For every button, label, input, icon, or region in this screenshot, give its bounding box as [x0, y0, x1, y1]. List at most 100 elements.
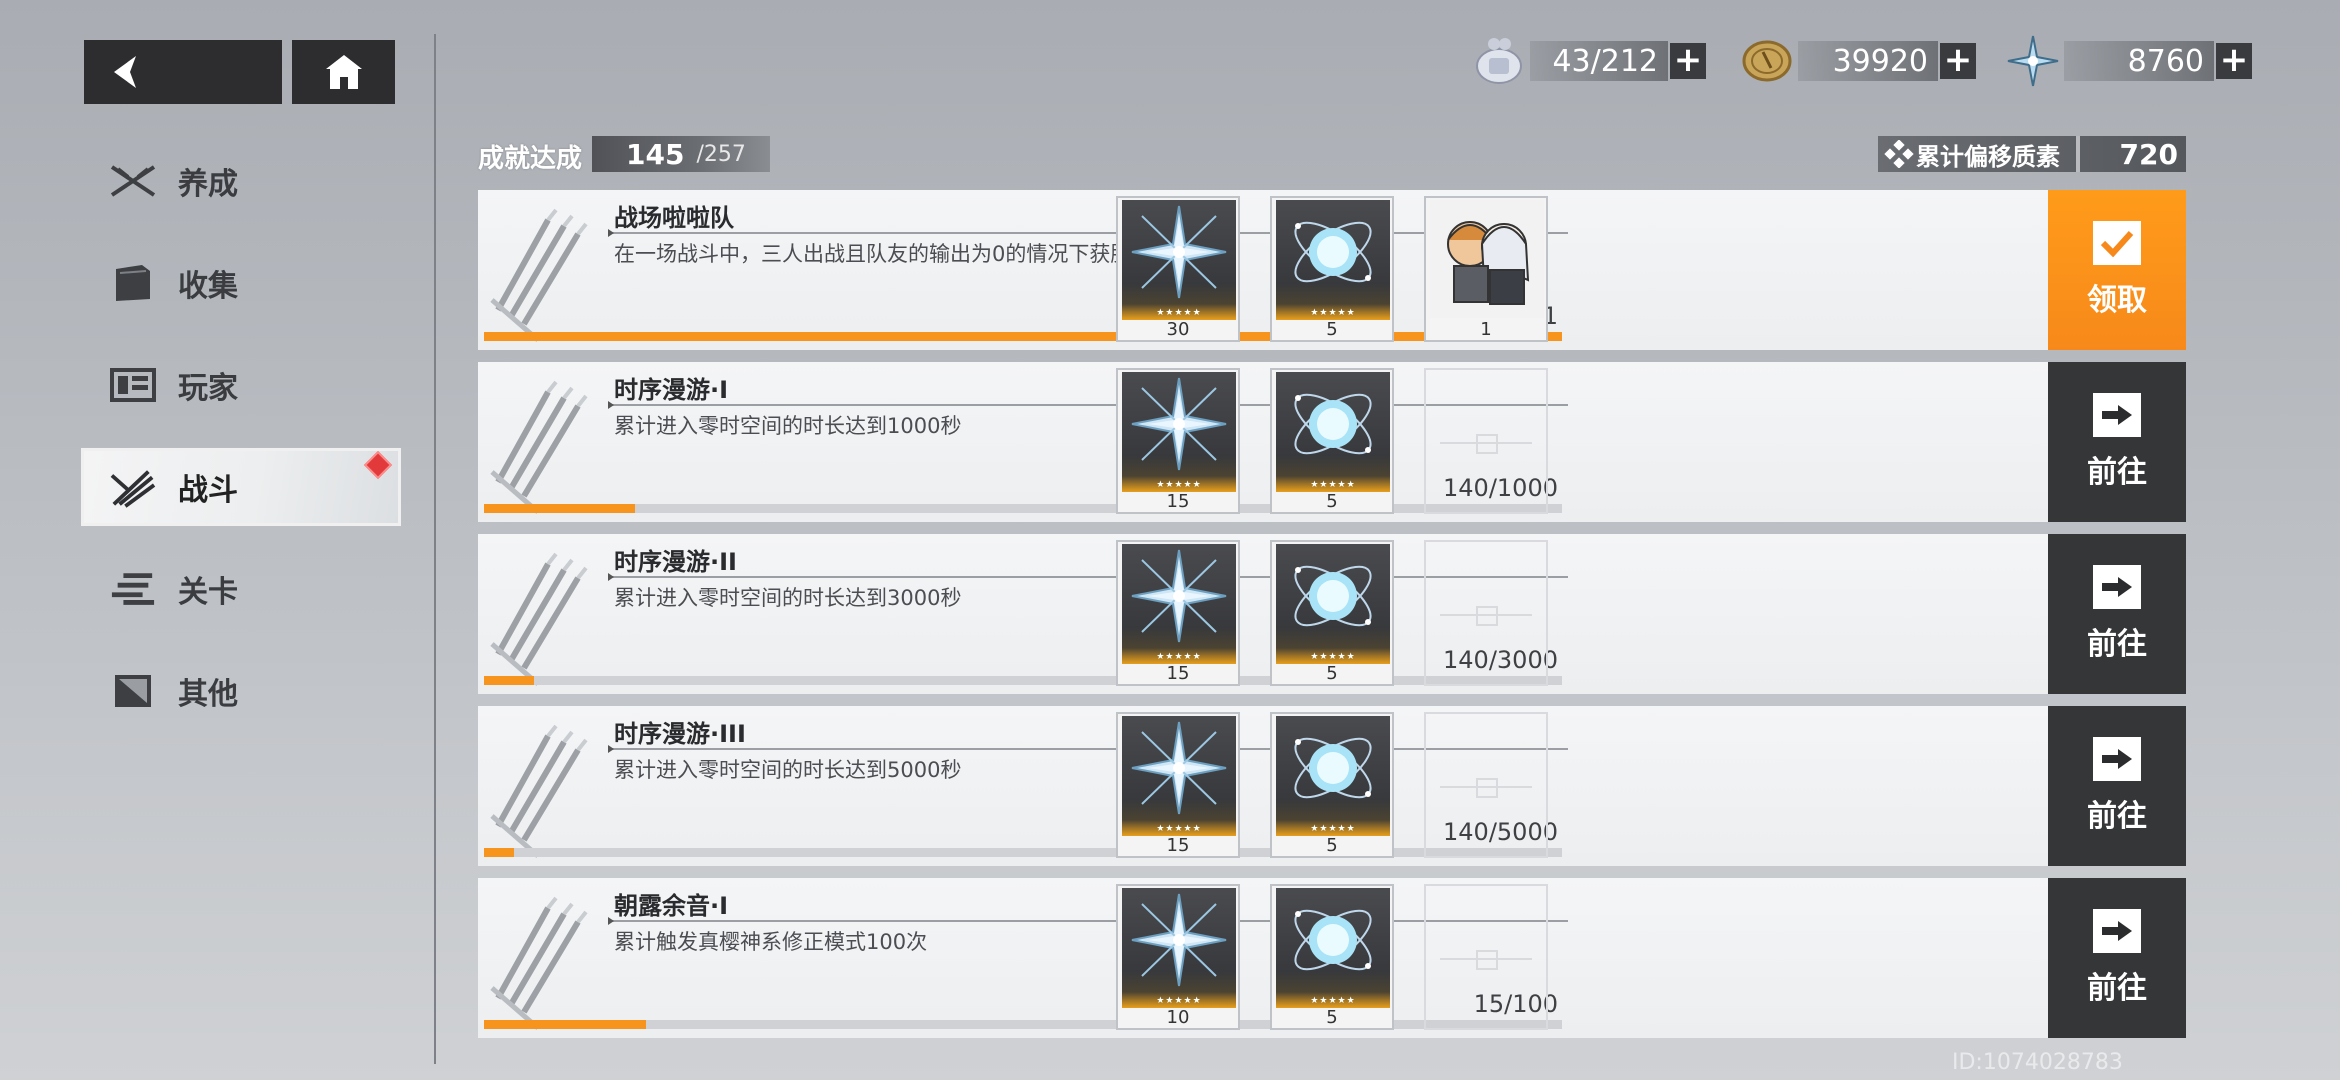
sidebar-item-collect[interactable]: 收集: [84, 247, 398, 319]
sidebar-item-cultivate[interactable]: 养成: [84, 145, 398, 217]
id-card-icon: [110, 362, 156, 408]
progress-bar: [484, 504, 1562, 513]
reward-slot-empty: [1424, 712, 1548, 858]
coin-value: 39920: [1798, 41, 1938, 81]
sidebar-item-other[interactable]: 其他: [84, 655, 398, 727]
arrow-right-icon: [2093, 393, 2141, 437]
other-icon: [110, 668, 156, 714]
achievement-count: 145: [626, 137, 685, 171]
drift-separator: [2076, 136, 2080, 172]
achievement-description: 累计进入零时空间的时长达到1000秒: [614, 414, 962, 438]
add-stamina-button[interactable]: +: [1670, 43, 1706, 79]
currency-coin: 39920 +: [1738, 32, 1976, 90]
drift-label: 累计偏移质素: [1916, 142, 2060, 171]
reward-count: 5: [1326, 663, 1338, 684]
battle-emblem-icon: [478, 534, 608, 694]
go-button[interactable]: 前往: [2048, 878, 2186, 1038]
character-reward-icon: [1430, 200, 1544, 320]
reward-count: 1: [1480, 319, 1492, 340]
battle-emblem-icon: [478, 362, 608, 522]
orb-reward-icon: ★★★★★: [1276, 544, 1390, 664]
add-coin-button[interactable]: +: [1940, 43, 1976, 79]
sidebar-item-stage[interactable]: 关卡: [84, 553, 398, 625]
empty-slot-box: [1476, 434, 1498, 454]
rarity-stars: ★★★★★: [1156, 480, 1202, 490]
reward-item[interactable]: ★★★★★ 5: [1270, 196, 1394, 342]
crystal-reward-icon: ★★★★★: [1122, 372, 1236, 492]
achievement-row: 朝露余音·I 累计触发真樱神系修正模式100次 15/100 ★★★★★ 10 ★★★★★…: [478, 878, 2186, 1038]
reward-item[interactable]: ★★★★★ 5: [1270, 368, 1394, 514]
crystal-reward-icon: ★★★★★: [1122, 200, 1236, 320]
rarity-stars: ★★★★★: [1310, 996, 1356, 1006]
achievement-description: 累计触发真樱神系修正模式100次: [614, 930, 928, 954]
reward-item[interactable]: ★★★★★ 15: [1116, 540, 1240, 686]
reward-item[interactable]: ★★★★★ 15: [1116, 368, 1240, 514]
achievement-title: 朝露余音·I: [614, 892, 729, 920]
progress-bar-fill: [484, 1020, 646, 1029]
reward-count: 5: [1326, 319, 1338, 340]
back-button[interactable]: [84, 40, 282, 104]
go-button[interactable]: 前往: [2048, 534, 2186, 694]
achievement-title: 时序漫游·I: [614, 376, 729, 404]
achievement-description: 累计进入零时空间的时长达到3000秒: [614, 586, 962, 610]
sidebar-item-label: 战斗: [178, 473, 238, 508]
orb-reward-icon: ★★★★★: [1276, 888, 1390, 1008]
crystal-reward-icon: ★★★★★: [1122, 888, 1236, 1008]
stage-icon: [110, 566, 156, 612]
action-label: 前往: [2087, 971, 2147, 1006]
battle-icon: [110, 464, 156, 510]
battle-emblem-icon: [478, 190, 608, 350]
achievement-description: 在一场战斗中，三人出战且队友的输出为0的情况下获胜: [614, 242, 1132, 266]
reward-item[interactable]: ★★★★★ 5: [1270, 712, 1394, 858]
go-button[interactable]: 前往: [2048, 362, 2186, 522]
drift-value: 720: [2119, 138, 2178, 171]
reward-item[interactable]: 1: [1424, 196, 1548, 342]
user-id: ID:1074028783: [1952, 1050, 2123, 1075]
claim-button[interactable]: 领取: [2048, 190, 2186, 350]
crossed-swords-icon: [110, 158, 156, 204]
action-label: 前往: [2087, 455, 2147, 490]
drift-icon: [1884, 140, 1914, 168]
progress-bar: [484, 848, 1562, 857]
reward-item[interactable]: ★★★★★ 30: [1116, 196, 1240, 342]
crystal-value: 8760: [2064, 41, 2214, 81]
reward-item[interactable]: ★★★★★ 5: [1270, 884, 1394, 1030]
reward-count: 10: [1166, 1007, 1190, 1028]
action-label: 前往: [2087, 627, 2147, 662]
rarity-stars: ★★★★★: [1310, 308, 1356, 318]
add-crystal-button[interactable]: +: [2216, 43, 2252, 79]
reward-item[interactable]: ★★★★★ 10: [1116, 884, 1240, 1030]
reward-count: 15: [1166, 835, 1190, 856]
sidebar-item-battle[interactable]: 战斗: [84, 450, 398, 523]
notification-badge: [363, 450, 393, 480]
rarity-stars: ★★★★★: [1156, 308, 1202, 318]
empty-slot-box: [1476, 778, 1498, 798]
crystal-reward-icon: ★★★★★: [1122, 544, 1236, 664]
battle-emblem-icon: [478, 706, 608, 866]
sidebar-item-label: 其他: [178, 677, 238, 712]
achievement-row: 战场啦啦队在一场战斗中，三人出战且队友的输出为0的情况下获胜1/1★★★★★30…: [478, 190, 2186, 350]
reward-count: 30: [1166, 319, 1190, 340]
empty-slot-box: [1476, 950, 1498, 970]
orb-reward-icon: ★★★★★: [1276, 372, 1390, 492]
sidebar-item-label: 养成: [178, 167, 238, 202]
sidebar: 养成 收集 玩家 战斗 关卡 其他: [84, 145, 398, 757]
go-button[interactable]: 前往: [2048, 706, 2186, 866]
home-button[interactable]: [292, 40, 395, 104]
stamina-icon: [1470, 32, 1528, 90]
vertical-divider: [434, 34, 436, 1064]
home-icon: [325, 55, 362, 89]
achievement-description: 累计进入零时空间的时长达到5000秒: [614, 758, 962, 782]
reward-item[interactable]: ★★★★★ 5: [1270, 540, 1394, 686]
achievement-title: 战场啦啦队: [614, 204, 734, 232]
achievement-row: 时序漫游·II 累计进入零时空间的时长达到3000秒 140/3000 ★★★★★ 15…: [478, 534, 2186, 694]
sidebar-item-label: 关卡: [178, 575, 238, 610]
rarity-stars: ★★★★★: [1310, 652, 1356, 662]
reward-count: 5: [1326, 1007, 1338, 1028]
crystal-reward-icon: ★★★★★: [1122, 716, 1236, 836]
reward-item[interactable]: ★★★★★ 15: [1116, 712, 1240, 858]
reward-slot-empty: [1424, 884, 1548, 1030]
sidebar-item-player[interactable]: 玩家: [84, 349, 398, 421]
empty-slot-box: [1476, 606, 1498, 626]
back-arrow-icon: [114, 56, 136, 88]
